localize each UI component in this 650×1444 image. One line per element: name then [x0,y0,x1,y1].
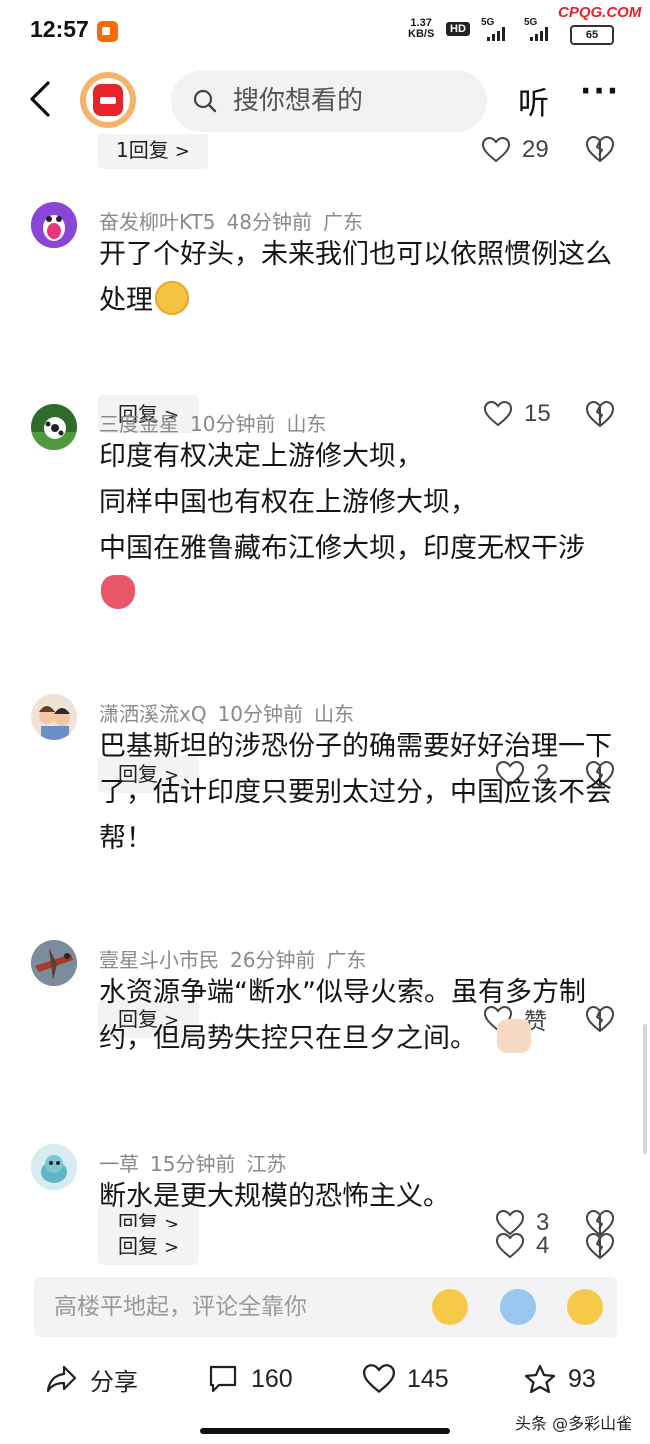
top-nav: 听 ··· [0,64,650,134]
grinning-emoji-icon [155,281,189,315]
dislike-icon[interactable] [585,134,615,164]
avatar[interactable] [31,1144,77,1190]
comment-text: 印度有权决定上游修大坝， 同样中国也有权在上游修大坝， 中国在雅鲁藏布江修大坝，… [99,434,619,618]
comment-count-button[interactable]: 160 [207,1362,293,1396]
comment-icon [209,1365,237,1393]
avatar[interactable] [31,404,77,450]
share-label: 分享 [90,1367,138,1396]
network-speed: 1.37 KB/S [408,18,434,40]
reply-label: 回复 [118,1234,158,1258]
avatar[interactable] [31,202,77,248]
comment-body: 断水是更大规模的恐怖主义。 [99,1181,450,1212]
comment-list[interactable]: 1回复 > 29 奋发柳叶KT5 48分钟前 广东 开了个好头，未来我们也可以依照惯例… [0,134,650,1272]
heart-icon [482,137,510,163]
username[interactable]: 壹星斗小市民 [99,948,219,972]
star-icon [524,1364,556,1394]
username[interactable]: 潇洒溪流xQ [99,702,207,726]
site-watermark: CPQG.COM [558,4,642,21]
timestamp: 15分钟前 [150,1152,236,1176]
heart-icon [484,401,512,427]
more-button[interactable]: ··· [580,74,620,109]
dislike-icon[interactable] [585,1231,615,1261]
status-bar: 12:57 1.37 KB/S HD 5G 5G 65 CPQG.COM [0,0,650,64]
heart-icon [363,1364,395,1394]
comment-text: 断水是更大规模的恐怖主义。 [99,1174,619,1220]
timestamp: 10分钟前 [190,412,276,436]
comment-meta: 三度金星 10分钟前 山东 [99,408,337,437]
like-count: 4 [536,1232,550,1259]
laughing-crying-emoji-icon[interactable] [432,1289,468,1325]
comment-meta: 一草 15分钟前 江苏 [99,1148,297,1177]
comment-meta: 壹星斗小市民 26分钟前 广东 [99,944,377,973]
finger-heart-emoji-icon [497,1019,531,1053]
comment-body: 巴基斯坦的涉恐份子的确需要好好治理一下了，估计印度只要别太过分，中国应该不会帮！ [99,731,612,854]
search-input[interactable] [233,80,473,122]
comment-meta: 潇洒溪流xQ 10分钟前 山东 [99,698,365,727]
username[interactable]: 一草 [99,1152,139,1176]
heart-icon [496,1233,524,1259]
action-bar: 分享 160 145 93 [0,1350,650,1410]
sobbing-emoji-icon[interactable] [500,1289,536,1325]
clock: 12:57 [30,16,89,42]
favorite-count: 93 [568,1364,596,1393]
chevron-right-icon: > [164,1237,180,1258]
back-button[interactable] [22,79,62,119]
username[interactable]: 奋发柳叶KT5 [99,210,216,234]
previous-reply-count-button[interactable]: 1回复 > [98,134,208,169]
home-indicator[interactable] [200,1428,450,1434]
tears-emoji-icon[interactable] [567,1289,603,1325]
previous-like-count: 29 [522,136,549,163]
comment-input[interactable] [54,1287,414,1327]
favorite-button[interactable]: 93 [524,1362,596,1396]
comment-text: 水资源争端“断水”似导火索。虽有多方制约，但局势失控只在旦夕之间。 [99,970,619,1062]
previous-like-button[interactable]: 29 [482,134,549,169]
comment-meta: 奋发柳叶KT5 48分钟前 广东 [99,206,374,235]
timestamp: 10分钟前 [217,702,304,726]
avatar[interactable] [31,940,77,986]
region: 广东 [326,948,367,972]
search-bar[interactable] [171,70,487,132]
battery-icon: 65 [570,25,614,45]
region: 江苏 [246,1152,287,1176]
comment-line: 印度有权决定上游修大坝， [99,441,423,472]
timestamp: 26分钟前 [230,948,316,972]
comment-count: 160 [251,1364,293,1393]
previous-reply-label: 1回复 [116,138,169,162]
comment-line: 中国在雅鲁藏布江修大坝，印度无权干涉 [99,533,585,564]
avatar[interactable] [31,694,77,740]
comment-composer[interactable] [34,1277,617,1337]
hd-badge: HD [446,22,470,36]
listen-button[interactable]: 听 [518,78,549,123]
region: 山东 [286,412,327,436]
like-count: 15 [524,400,551,427]
comment-text: 巴基斯坦的涉恐份子的确需要好好治理一下了，估计印度只要别太过分，中国应该不会帮！ [99,724,619,862]
like-post-button[interactable]: 145 [363,1362,449,1396]
tulip-emoji-icon [101,575,135,609]
chevron-right-icon: > [174,141,190,162]
chevron-left-icon [30,81,50,117]
like-count: 145 [407,1364,449,1393]
region: 广东 [322,210,363,234]
dislike-icon[interactable] [585,399,615,429]
search-icon [193,89,217,113]
comment-line: 同样中国也有权在上游修大坝， [99,487,477,518]
author-watermark: 头条 @多彩山雀 [515,1414,633,1433]
share-button[interactable]: 分享 [46,1362,138,1396]
share-icon [46,1365,77,1393]
scrollbar[interactable] [643,1024,647,1154]
comment-text: 开了个好头，未来我们也可以依照惯例这么处理 [99,232,619,324]
timestamp: 48分钟前 [226,210,312,234]
region: 山东 [314,702,355,726]
like-button[interactable]: 4 [496,1227,549,1265]
reply-button[interactable]: 回复 > [98,1227,200,1265]
screen-record-icon [97,21,118,42]
network-speed-unit: KB/S [408,28,435,40]
app-logo[interactable] [80,72,136,128]
like-button[interactable]: 15 [484,395,551,433]
username[interactable]: 三度金星 [99,412,179,436]
